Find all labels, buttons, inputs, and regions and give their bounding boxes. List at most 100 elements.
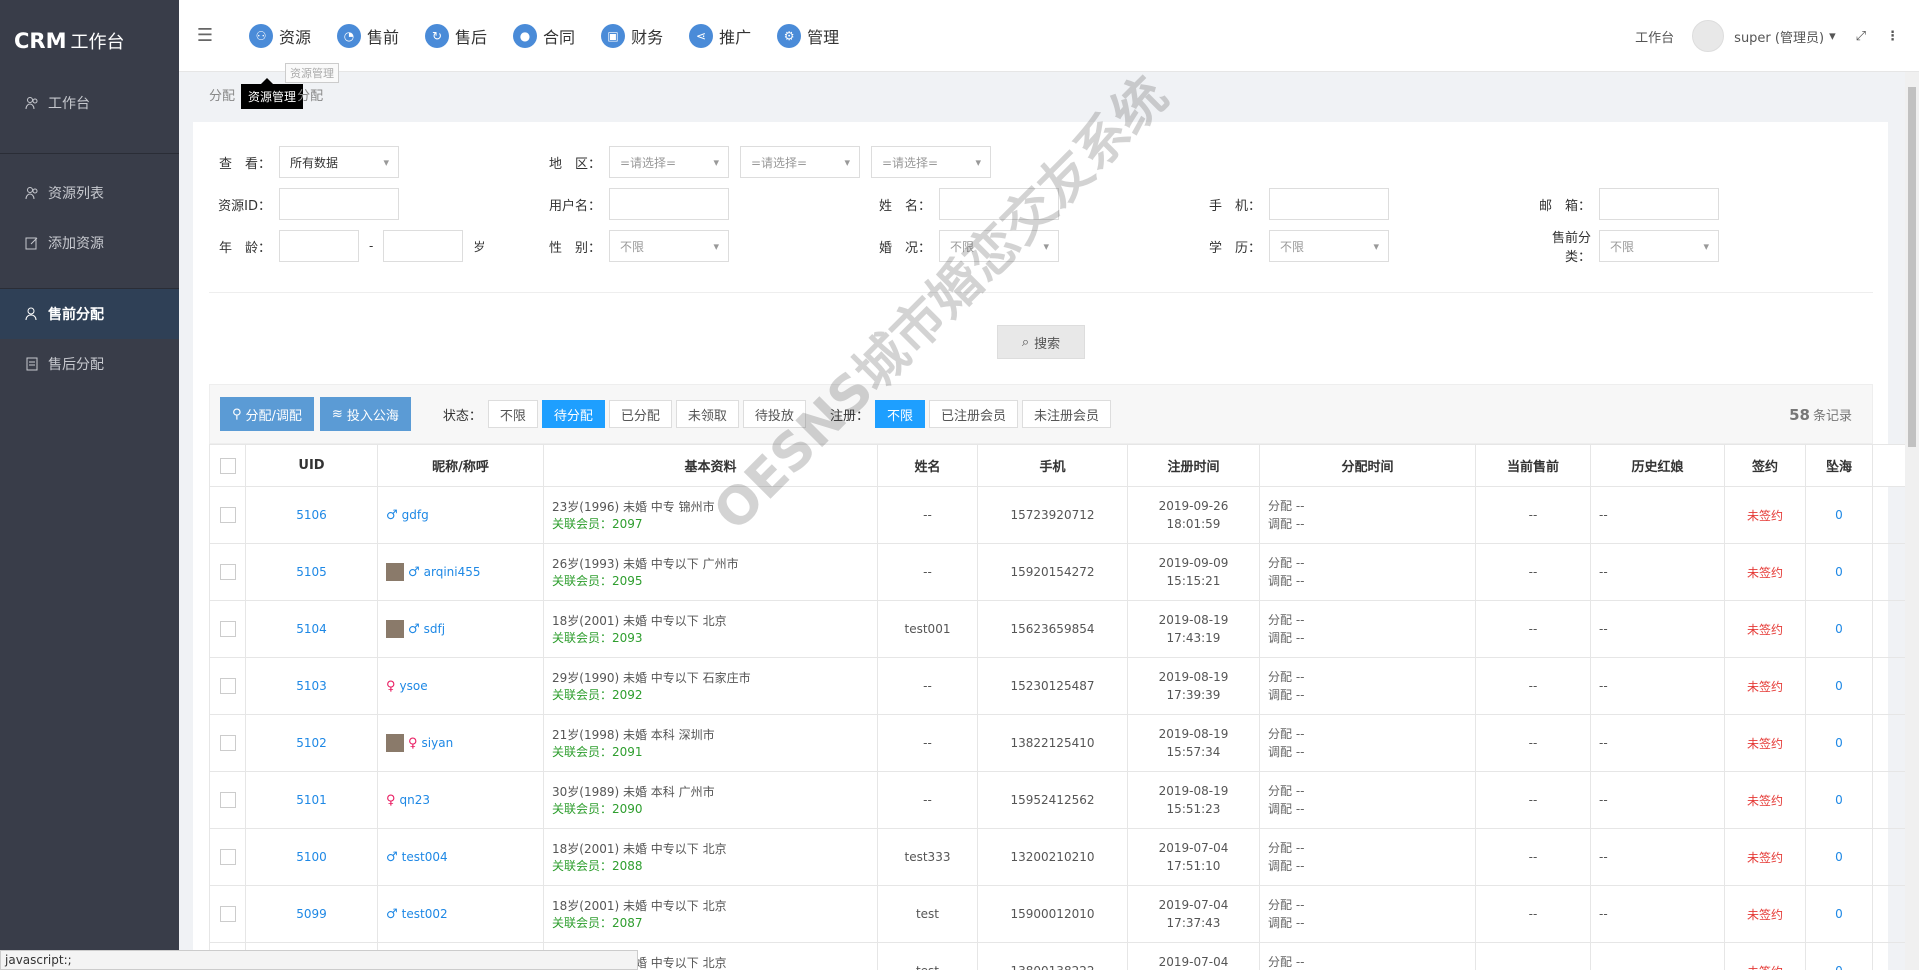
select-all-checkbox[interactable] <box>219 457 236 474</box>
nickname-link[interactable]: gdfg <box>402 508 429 522</box>
sea-count-cell[interactable]: 0 <box>1805 885 1873 943</box>
avatar[interactable] <box>386 734 404 752</box>
education-select[interactable]: 不限 <box>1269 230 1389 262</box>
row-checkbox[interactable] <box>219 849 236 865</box>
assign-time-cell: 分配 --调配 -- <box>1259 942 1476 970</box>
current-presale-cell: -- <box>1475 600 1591 658</box>
nickname-link[interactable]: qn23 <box>400 793 431 807</box>
info-cell: 26岁(1993) 未婚 中专以下 广州市 关联会员：2095 <box>543 543 878 601</box>
nav-item-promotion[interactable]: ⋖ 推广 <box>689 23 751 48</box>
row-checkbox[interactable] <box>219 507 236 523</box>
sea-count-cell[interactable]: 0 <box>1805 543 1873 601</box>
age-min-input[interactable] <box>279 230 359 262</box>
row-checkbox[interactable] <box>219 792 236 808</box>
uid-cell[interactable]: 5102 <box>245 714 378 772</box>
column-header[interactable]: UID <box>245 444 378 487</box>
sea-count-cell[interactable]: 0 <box>1805 771 1873 829</box>
status-chip-unclaimed[interactable]: 未领取 <box>675 400 739 428</box>
nav-item-aftersale[interactable]: ↻ 售后 <box>425 23 487 48</box>
user-menu[interactable]: super (管理员) <box>1734 27 1824 46</box>
uid-cell[interactable]: 5099 <box>245 885 378 943</box>
region-label: 地 区： <box>548 156 601 172</box>
row-checkbox[interactable] <box>219 906 236 922</box>
fullscreen-icon[interactable]: ⤢ <box>1856 29 1866 44</box>
nav-item-manage[interactable]: ⚙ 管理 <box>777 23 839 48</box>
linked-member: 关联会员：2095 <box>552 574 643 588</box>
menu-toggle-icon[interactable]: ☰ <box>187 25 223 46</box>
sign-status-cell: 未签约 <box>1724 942 1806 970</box>
linked-member: 关联会员：2088 <box>552 859 643 873</box>
name-input[interactable] <box>939 188 1059 220</box>
register-time-cell: 2019-09-09 15:15:21 <box>1127 543 1260 601</box>
uid-cell[interactable]: 5100 <box>245 828 378 886</box>
assign-time-cell: 分配 --调配 -- <box>1259 828 1476 886</box>
nav-item-presale[interactable]: ◔ 售前 <box>337 23 399 48</box>
nickname-link[interactable]: test004 <box>402 850 448 864</box>
nav-item-contract[interactable]: ● 合同 <box>513 23 575 48</box>
sea-count-cell[interactable]: 0 <box>1805 942 1873 970</box>
register-chip-unregistered[interactable]: 未注册会员 <box>1021 400 1111 428</box>
avatar[interactable] <box>386 620 404 638</box>
row-checkbox[interactable] <box>219 735 236 751</box>
scrollbar[interactable] <box>1905 72 1919 970</box>
more-icon[interactable]: ⋮ <box>1886 29 1899 44</box>
email-input[interactable] <box>1599 188 1719 220</box>
row-checkbox[interactable] <box>219 564 236 580</box>
status-chip-assigned[interactable]: 已分配 <box>608 400 672 428</box>
avatar[interactable] <box>1692 20 1725 52</box>
username-input[interactable] <box>609 188 729 220</box>
row-checkbox[interactable] <box>219 621 236 637</box>
uid-cell[interactable]: 5101 <box>245 771 378 829</box>
status-chip-all[interactable]: 不限 <box>487 400 538 428</box>
scrollbar-thumb[interactable] <box>1908 87 1916 447</box>
sidebar-item-add-resource[interactable]: 添加资源 <box>0 218 179 268</box>
sea-count-cell[interactable]: 0 <box>1805 714 1873 772</box>
sea-count-cell[interactable]: 0 <box>1805 828 1873 886</box>
info-text: 29岁(1990) 未婚 中专以下 石家庄市 <box>552 671 751 685</box>
phone-input[interactable] <box>1269 188 1389 220</box>
uid-cell[interactable]: 5105 <box>245 543 378 601</box>
nav-item-resource[interactable]: ⚇ 资源 <box>249 23 311 48</box>
status-chip-to-release[interactable]: 待投放 <box>742 400 806 428</box>
marriage-select[interactable]: 不限 <box>939 230 1059 262</box>
chevron-down-icon[interactable]: ▾ <box>1829 29 1836 44</box>
uid-cell[interactable]: 5104 <box>245 600 378 658</box>
uid-cell[interactable]: 5106 <box>245 486 378 544</box>
region-province-select[interactable]: =请选择= <box>609 146 729 178</box>
search-button[interactable]: ⌕ 搜索 <box>997 325 1085 359</box>
sea-count-cell[interactable]: 0 <box>1805 657 1873 715</box>
avatar[interactable] <box>386 563 404 581</box>
column-header[interactable]: 分配时间 <box>1259 444 1476 487</box>
sea-count-cell[interactable]: 0 <box>1805 486 1873 544</box>
presale-category-select[interactable]: 不限 <box>1599 230 1719 262</box>
sidebar-item-workbench[interactable]: 工作台 <box>0 78 179 128</box>
nickname-link[interactable]: ysoe <box>400 679 428 693</box>
uid-cell[interactable]: 5103 <box>245 657 378 715</box>
column-header: 基本资料 <box>543 444 878 487</box>
resource-id-input[interactable] <box>279 188 399 220</box>
row-checkbox[interactable] <box>219 678 236 694</box>
age-max-input[interactable] <box>383 230 464 262</box>
register-chip-registered[interactable]: 已注册会员 <box>928 400 1018 428</box>
info-cell: 18岁(2001) 未婚 中专以下 北京 关联会员：2088 <box>543 828 878 886</box>
sea-count-cell[interactable]: 0 <box>1805 600 1873 658</box>
region-city-select[interactable]: =请选择= <box>740 146 860 178</box>
nickname-link[interactable]: arqini455 <box>424 565 481 579</box>
sidebar-item-resource-list[interactable]: 资源列表 <box>0 168 179 218</box>
sidebar-item-aftersale-assign[interactable]: 售后分配 <box>0 339 179 389</box>
view-select[interactable]: 所有数据 <box>279 146 399 178</box>
male-icon: ♂ <box>386 906 398 922</box>
public-pool-button[interactable]: ≋ 投入公海 <box>319 397 411 431</box>
nickname-link[interactable]: test002 <box>402 907 448 921</box>
assign-button[interactable]: ⚲ 分配/调配 <box>220 397 314 431</box>
sidebar-item-presale-assign[interactable]: 售前分配 <box>0 289 179 339</box>
workbench-link[interactable]: 工作台 <box>1635 27 1674 46</box>
nickname-link[interactable]: sdfj <box>424 622 445 636</box>
nickname-link[interactable]: siyan <box>422 736 454 750</box>
region-district-select[interactable]: =请选择= <box>871 146 991 178</box>
column-header[interactable]: 注册时间 <box>1127 444 1260 487</box>
gender-select[interactable]: 不限 <box>609 230 729 262</box>
status-chip-pending[interactable]: 待分配 <box>541 400 605 428</box>
register-chip-all[interactable]: 不限 <box>874 400 925 428</box>
nav-item-finance[interactable]: ▣ 财务 <box>601 23 663 48</box>
